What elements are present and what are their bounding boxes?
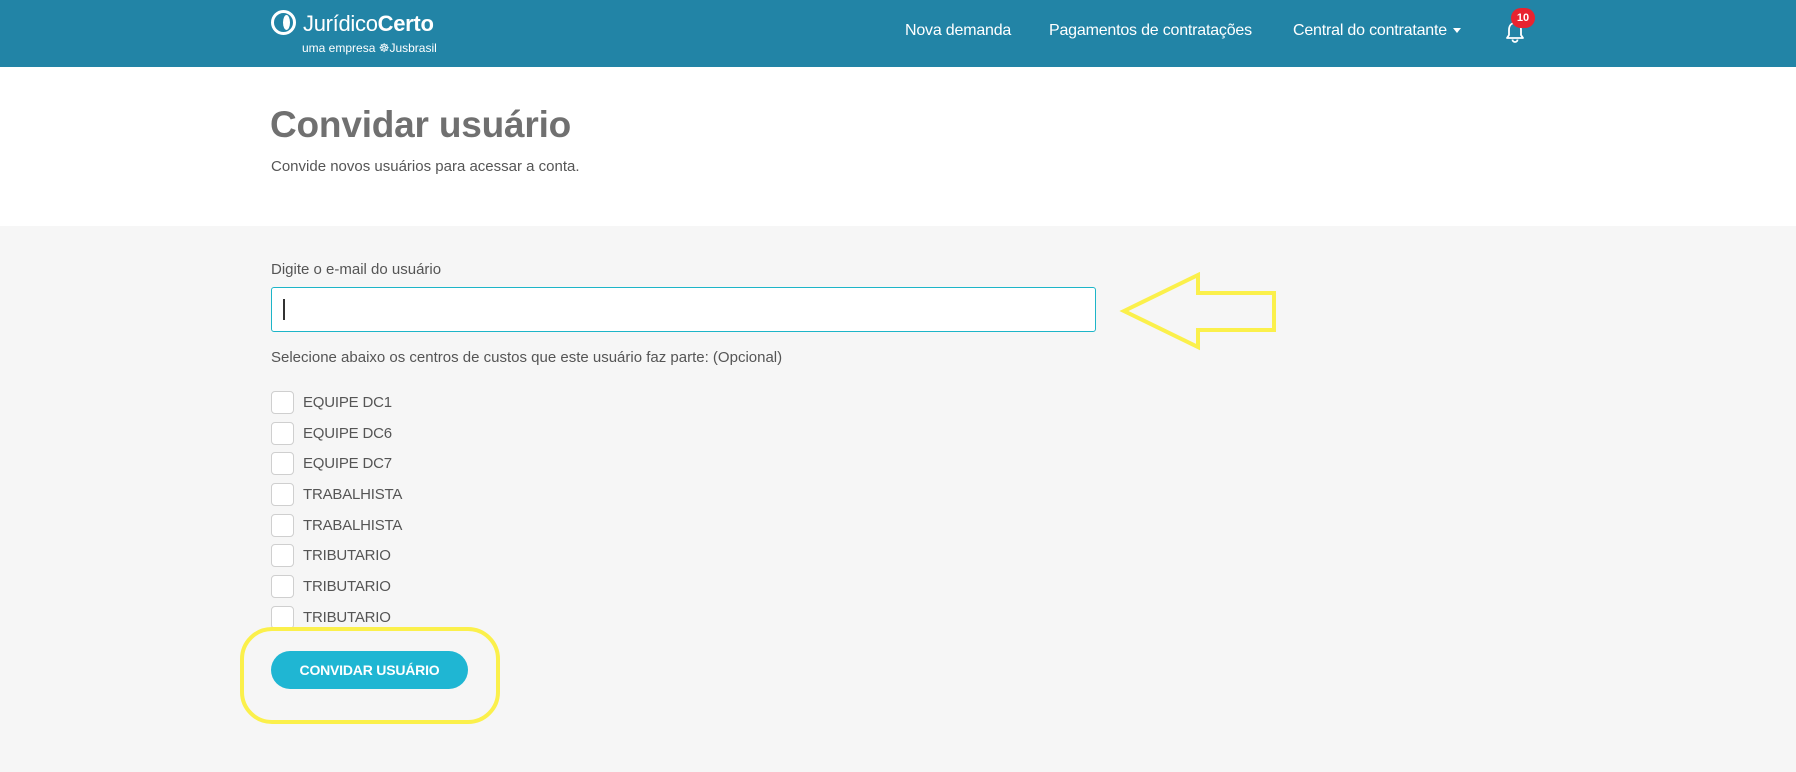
checkbox[interactable] <box>271 482 294 506</box>
cost-center-label: TRABALHISTA <box>303 516 403 534</box>
nav-pagamentos[interactable]: Pagamentos de contratações <box>1049 22 1252 40</box>
cost-center-item[interactable]: EQUIPE DC1 <box>271 387 402 418</box>
page-subtitle: Convide novos usuários para acessar a co… <box>271 158 580 175</box>
brand-name: JurídicoCerto <box>303 11 434 36</box>
nav-central-contratante[interactable]: Central do contratante <box>1293 22 1461 40</box>
cost-center-item[interactable]: TRIBUTARIO <box>271 571 402 602</box>
cost-center-label: EQUIPE DC6 <box>303 424 392 442</box>
cost-centers-label: Selecione abaixo os centros de custos qu… <box>271 349 783 366</box>
cost-center-label: EQUIPE DC7 <box>303 455 392 473</box>
checkbox[interactable] <box>271 390 294 414</box>
top-navbar: JurídicoCerto uma empresa ☸Jusbrasil Nov… <box>0 0 1796 67</box>
nav-central-label: Central do contratante <box>1293 22 1447 39</box>
page-header <box>0 67 1796 226</box>
cost-centers-list: EQUIPE DC1 EQUIPE DC6 EQUIPE DC7 TRABALH… <box>271 387 402 633</box>
notification-badge: 10 <box>1511 8 1535 28</box>
cost-center-label: TRIBUTARIO <box>303 577 391 595</box>
caret-down-icon <box>1452 28 1461 34</box>
nav-nova-demanda[interactable]: Nova demanda <box>905 22 1011 40</box>
cost-center-label: TRIBUTARIO <box>303 547 391 565</box>
page-title: Convidar usuário <box>270 104 572 145</box>
email-input[interactable] <box>271 287 1096 332</box>
checkbox[interactable] <box>271 421 294 445</box>
cost-center-item[interactable]: EQUIPE DC7 <box>271 448 402 479</box>
checkbox[interactable] <box>271 574 294 598</box>
cost-center-label: TRABALHISTA <box>303 485 403 503</box>
highlight-circle <box>240 627 500 724</box>
cost-center-item[interactable]: TRABALHISTA <box>271 510 402 541</box>
checkbox[interactable] <box>271 544 294 568</box>
brand-tagline: uma empresa ☸Jusbrasil <box>302 41 437 55</box>
checkbox[interactable] <box>271 513 294 537</box>
checkbox[interactable] <box>271 452 294 476</box>
cost-center-item[interactable]: TRABALHISTA <box>271 479 402 510</box>
checkbox[interactable] <box>271 605 294 629</box>
cost-center-label: EQUIPE DC1 <box>303 393 392 411</box>
cost-center-label: TRIBUTARIO <box>303 608 391 626</box>
email-label: Digite o e-mail do usuário <box>271 261 442 278</box>
logo-icon <box>271 10 296 35</box>
arrow-annotation-icon <box>1119 272 1276 351</box>
cost-center-item[interactable]: TRIBUTARIO <box>271 540 402 571</box>
text-cursor <box>283 299 285 320</box>
cost-center-item[interactable]: EQUIPE DC6 <box>271 418 402 449</box>
